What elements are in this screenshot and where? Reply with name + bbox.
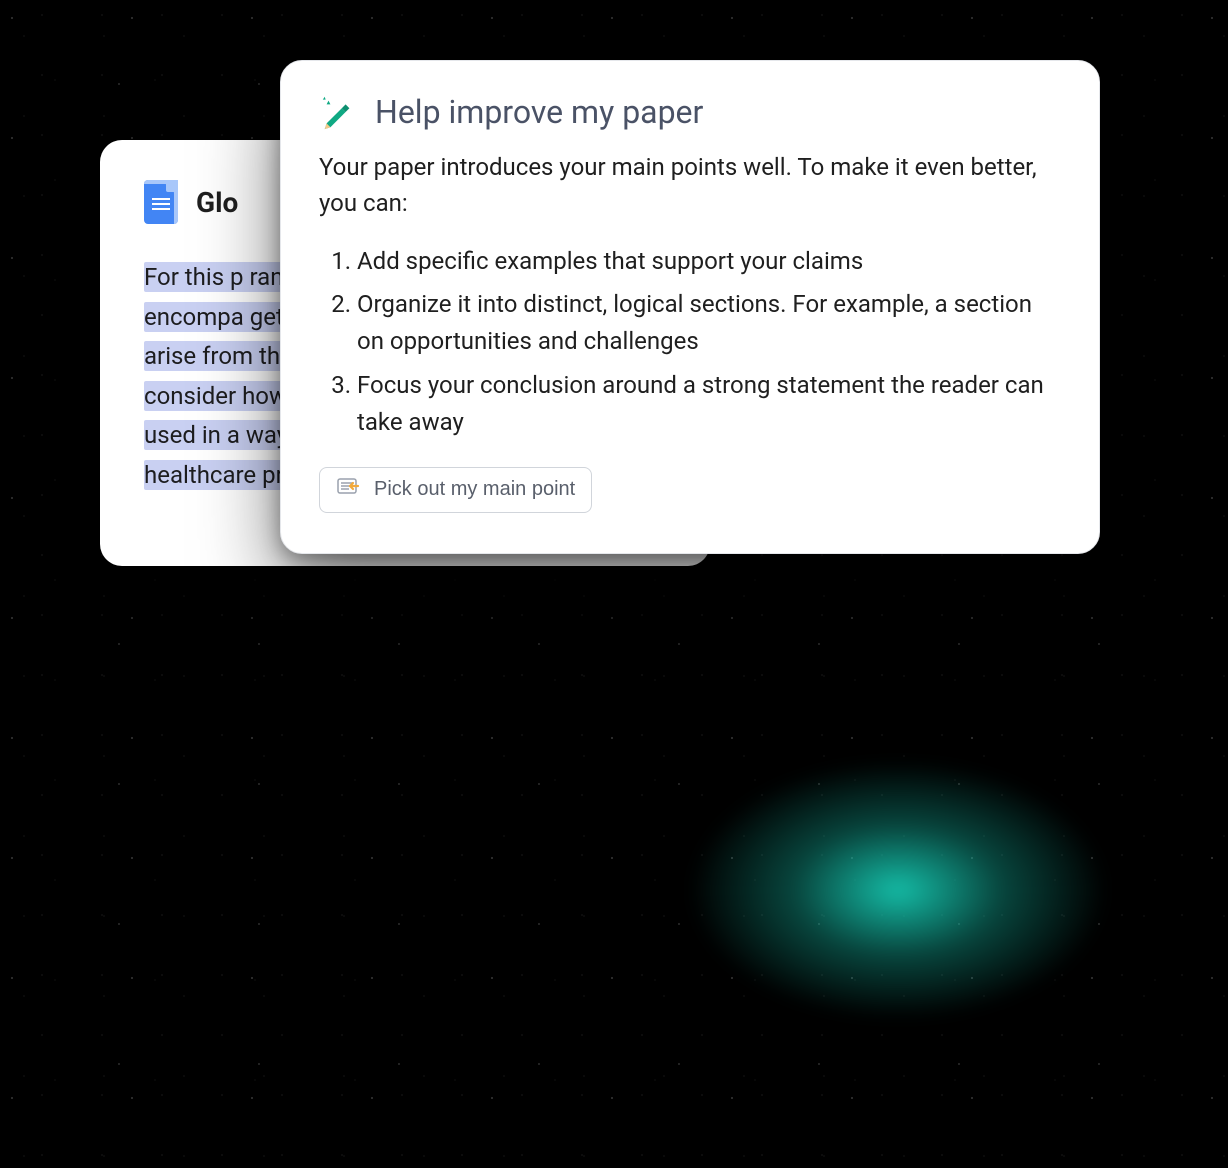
assistant-intro: Your paper introduces your main points w…: [319, 149, 1061, 221]
assistant-header: Help improve my paper: [319, 93, 1061, 131]
document-title: Glo: [196, 186, 238, 219]
assistant-title: Help improve my paper: [375, 93, 703, 131]
pick-main-point-button[interactable]: Pick out my main point: [319, 467, 592, 513]
assistant-card: Help improve my paper Your paper introdu…: [280, 60, 1100, 554]
suggestion-item: Focus your conclusion around a strong st…: [357, 367, 1061, 441]
assistant-suggestions: Add specific examples that support your …: [319, 243, 1061, 441]
suggestion-item: Organize it into distinct, logical secti…: [357, 286, 1061, 360]
suggestion-item: Add specific examples that support your …: [357, 243, 1061, 280]
sparkle-pencil-icon: [319, 93, 357, 131]
highlighter-icon: [336, 476, 362, 504]
chip-label: Pick out my main point: [374, 478, 575, 501]
teal-glow: [688, 760, 1108, 1020]
google-docs-icon: [144, 180, 178, 224]
